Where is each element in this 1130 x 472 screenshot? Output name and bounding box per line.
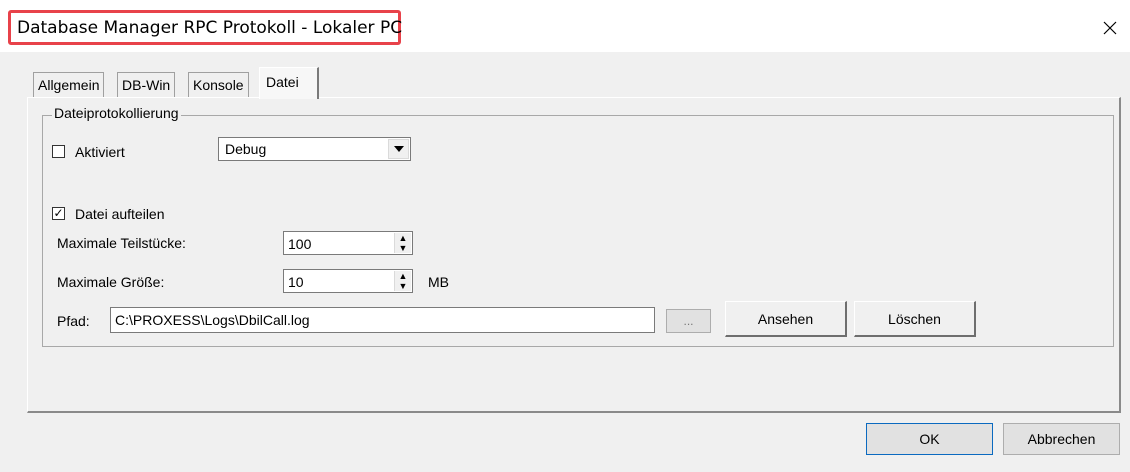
tab-konsole[interactable]: Konsole [188,72,249,98]
path-input[interactable]: C:\PROXESS\Logs\DbilCall.log [110,307,655,333]
max-size-spinner[interactable]: 10 ▲ ▼ [283,269,413,293]
max-size-value: 10 [288,274,304,290]
view-label: Ansehen [757,310,814,327]
log-level-select[interactable]: Debug [218,137,411,161]
max-size-unit: MB [428,274,449,290]
max-size-label: Maximale Größe: [57,274,165,290]
split-file-checkbox[interactable]: ✓ [52,207,65,220]
ok-label: OK [919,431,940,447]
enabled-checkbox[interactable] [52,145,65,158]
delete-label: Löschen [888,310,941,327]
increment-icon[interactable]: ▲ [395,233,411,243]
chevron-down-icon [393,146,404,152]
view-button[interactable]: Ansehen [725,301,847,337]
cancel-button[interactable]: Abbrechen [1003,423,1120,455]
tab-label: Allgemein [38,77,100,93]
spinner-buttons: ▲ ▼ [394,233,411,253]
tab-label: DB-Win [122,77,171,93]
log-level-value: Debug [225,141,267,157]
dropdown-button[interactable] [388,139,409,159]
decrement-icon[interactable]: ▼ [395,281,411,291]
spinner-buttons: ▲ ▼ [394,271,411,291]
enabled-label: Aktiviert [75,144,125,160]
max-parts-spinner[interactable]: 100 ▲ ▼ [283,231,413,255]
decrement-icon[interactable]: ▼ [395,243,411,253]
browse-label: ... [683,314,694,328]
dialog-window: Database Manager RPC Protokoll - Lokaler… [0,0,1130,472]
path-value: C:\PROXESS\Logs\DbilCall.log [115,312,310,328]
close-icon [1103,21,1117,35]
title-bar: Database Manager RPC Protokoll - Lokaler… [0,0,1130,52]
browse-button[interactable]: ... [666,309,711,333]
cancel-label: Abbrechen [1027,431,1096,447]
path-label: Pfad: [57,313,90,329]
tab-datei[interactable]: Datei [259,67,319,99]
max-parts-value: 100 [288,236,312,252]
window-title: Database Manager RPC Protokoll - Lokaler… [17,18,403,38]
increment-icon[interactable]: ▲ [395,271,411,281]
tab-db-win[interactable]: DB-Win [117,72,176,98]
close-button[interactable] [1096,14,1124,42]
max-parts-label: Maximale Teilstücke: [57,235,186,251]
checkmark-icon: ✓ [53,206,64,220]
tab-label: Datei [266,74,299,90]
delete-button[interactable]: Löschen [854,301,976,337]
split-file-label: Datei aufteilen [75,206,165,222]
tab-allgemein[interactable]: Allgemein [33,72,105,98]
file-logging-group-label: Dateiprotokollierung [52,105,181,121]
tab-label: Konsole [193,77,244,93]
ok-button[interactable]: OK [866,423,993,455]
